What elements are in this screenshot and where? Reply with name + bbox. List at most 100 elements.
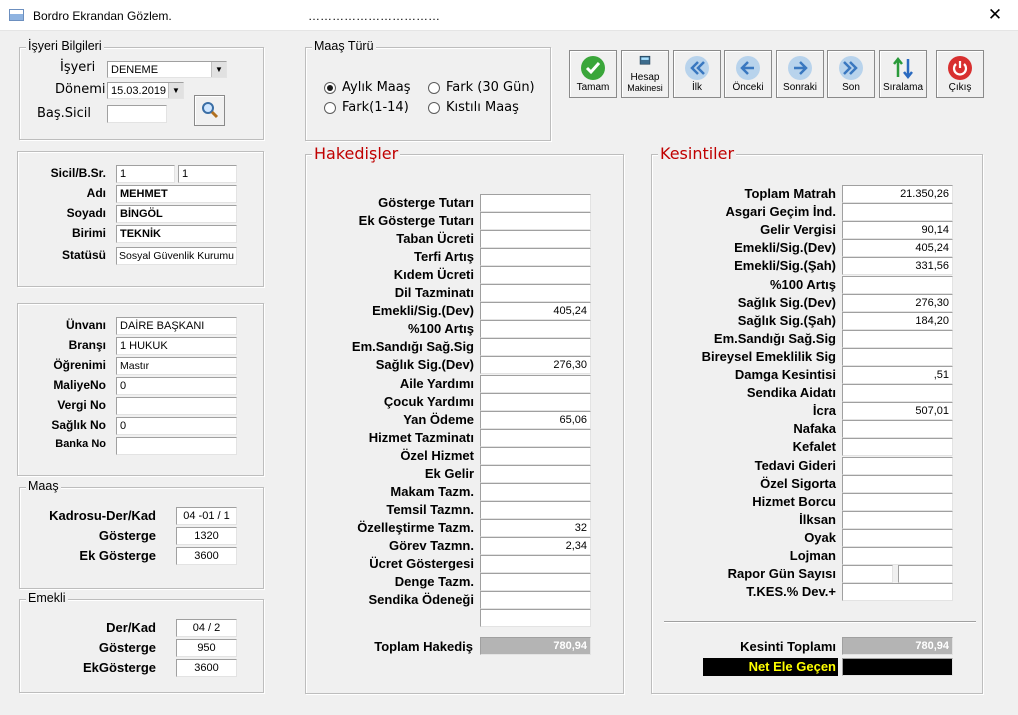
son-button[interactable]: Son [827,50,875,98]
statusu-field[interactable]: Sosyal Güvenlik Kurumu [116,247,237,265]
kesintiler-row-field[interactable] [842,203,953,222]
kesintiler-row-field[interactable] [842,583,953,602]
adi-field[interactable]: MEHMET [116,185,237,203]
bas-sicil-input[interactable] [107,105,167,123]
emekli-gosterge-field[interactable]: 950 [176,639,237,657]
bankano-field[interactable] [116,437,237,455]
chevron-down-icon[interactable]: ▼ [168,83,183,98]
kesintiler-row-field[interactable] [842,420,953,439]
hakedisler-row-label: Sağlık Sig.(Dev) [375,357,474,373]
radio-fark30[interactable] [428,82,440,94]
soyadi-field[interactable]: BİNGÖL [116,205,237,223]
kesintiler-row-field[interactable] [842,547,953,565]
hakedisler-row-field[interactable] [480,248,591,267]
radio-fark114[interactable] [324,102,336,114]
hesap-makinesi-button[interactable]: Hesap Makinesi [621,50,669,98]
hakedisler-row-field[interactable]: 405,24 [480,302,591,321]
hakedisler-row-field[interactable] [480,482,591,501]
hakedisler-row-field[interactable] [480,392,591,411]
kesintiler-row-field[interactable]: 90,14 [842,221,953,240]
net-ele-gecen-field [842,658,953,676]
cikis-button[interactable]: Çıkış [936,50,984,98]
maliyeno-field[interactable]: 0 [116,377,237,395]
kesintiler-row-field[interactable] [842,528,953,547]
kesintiler-row-field[interactable] [842,565,893,584]
emekli-ekgosterge-field[interactable]: 3600 [176,659,237,677]
hakedisler-row-field[interactable]: 2,34 [480,536,591,555]
hakedisler-row-field[interactable] [480,194,591,212]
kesintiler-row-field[interactable] [842,384,953,403]
kesintiler-row-field[interactable] [842,474,953,493]
isyeri-value: DENEME [111,64,159,76]
hakedisler-row-field[interactable] [480,428,591,447]
maas-ekgosterge-field[interactable]: 3600 [176,547,237,565]
saglikno-field[interactable]: 0 [116,417,237,435]
hakedisler-row-field[interactable] [480,500,591,519]
hakedisler-row-field[interactable] [480,284,591,303]
hakedisler-row-field[interactable]: 276,30 [480,356,591,375]
ilk-button[interactable]: İlk [673,50,721,98]
hakedisler-legend: Hakedişler [312,144,401,163]
hakedisler-row-field[interactable] [480,573,591,592]
close-icon[interactable]: ✕ [972,0,1018,31]
kesintiler-row-field[interactable] [842,275,953,294]
radio-aylik[interactable] [324,82,336,94]
ogrenimi-field[interactable]: Mastır [116,357,237,375]
hakedisler-row-field[interactable] [480,591,591,610]
kesintiler-row-label: Toplam Matrah [744,186,837,201]
hakedisler-row-label: Kıdem Ücreti [393,267,474,283]
hakedisler-row-field[interactable] [480,230,591,249]
first-record-icon [685,56,709,80]
search-button[interactable] [194,95,225,126]
hakedisler-row-field[interactable] [480,464,591,483]
isyeri-legend: İşyeri Bilgileri [26,39,104,53]
isyeri-select[interactable]: DENEME ▼ [107,61,227,78]
hakedisler-row-field[interactable] [480,555,591,573]
kesintiler-row-field[interactable]: 276,30 [842,293,953,312]
unvani-field[interactable]: DAİRE BAŞKANI [116,317,237,335]
kesintiler-row-field[interactable] [842,347,953,366]
kesintiler-row-field[interactable]: 507,01 [842,402,953,421]
search-icon [201,102,218,119]
kesintiler-row-field[interactable] [842,456,953,475]
kesintiler-row-field[interactable]: 184,20 [842,311,953,330]
kesintiler-row-field[interactable]: 21.350,26 [842,185,953,203]
hakedisler-row-field[interactable] [480,374,591,393]
hakedisler-row-label: Sendika Ödeneği [368,592,474,608]
donemi-select[interactable]: 15.03.2019 ▼ [107,82,184,99]
kesintiler-row-label: İcra [812,403,836,419]
kesintiler-row-field[interactable] [898,565,953,584]
kesintiler-row-field[interactable] [842,438,953,457]
maas-gosterge-field[interactable]: 1320 [176,527,237,545]
bsr-input[interactable]: 1 [178,165,237,183]
hakedisler-row-field[interactable] [480,609,591,628]
kesintiler-row-field[interactable] [842,329,953,348]
kadro-field[interactable]: 04 -01 / 1 [176,507,237,525]
onceki-button[interactable]: Önceki [724,50,772,98]
hakedisler-row-field[interactable] [480,266,591,285]
hakedisler-row-field[interactable] [480,320,591,339]
hakedisler-row-field[interactable] [480,338,591,357]
kesinti-toplami-field: 780,94 [842,637,953,655]
kesintiler-row-field[interactable] [842,510,953,529]
sonraki-button[interactable]: Sonraki [776,50,824,98]
hakedisler-row-field[interactable] [480,212,591,231]
bransi-label: Branşı [68,338,106,352]
sicil-input[interactable]: 1 [116,165,175,183]
tamam-button[interactable]: Tamam [569,50,617,98]
bransi-field[interactable]: 1 HUKUK [116,337,237,355]
hakedisler-row-field[interactable] [480,446,591,465]
radio-kistli[interactable] [428,102,440,114]
kesintiler-row-field[interactable] [842,492,953,511]
kesintiler-row-field[interactable]: ,51 [842,366,953,384]
chevron-down-icon[interactable]: ▼ [211,62,226,77]
kesintiler-row-field[interactable]: 331,56 [842,257,953,276]
kesintiler-row-field[interactable]: 405,24 [842,239,953,258]
hakedisler-row-field[interactable]: 65,06 [480,410,591,429]
siralama-button[interactable]: Sıralama [879,50,927,98]
vergino-field[interactable] [116,397,237,415]
birimi-field[interactable]: TEKNİK [116,225,237,243]
hakedisler-row-field[interactable]: 32 [480,518,591,537]
hakedisler-row-label: Ek Gösterge Tutarı [358,213,474,229]
emekli-derkad-field[interactable]: 04 / 2 [176,619,237,637]
